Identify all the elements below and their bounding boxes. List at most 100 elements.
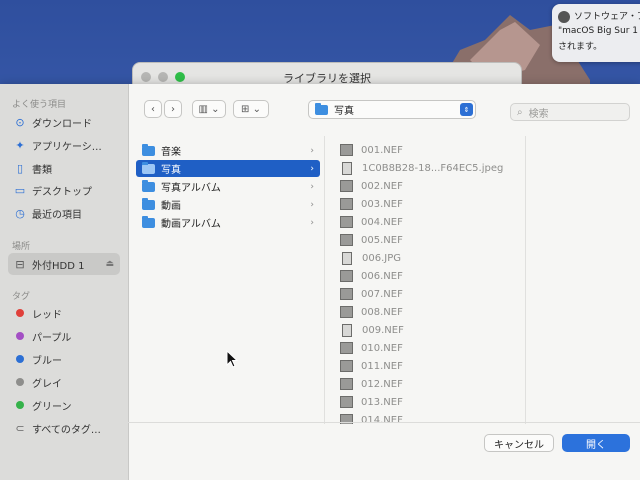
sidebar-tag-blue[interactable]: ブルー	[8, 349, 120, 369]
sidebar-tag-green[interactable]: グリーン	[8, 395, 120, 415]
file-name: 013.NEF	[361, 396, 403, 408]
grid-icon: ⊞ ⌄	[241, 103, 261, 115]
file-item[interactable]: 001.NEF	[340, 142, 520, 158]
sidebar-item-desktop[interactable]: ▭ デスクトップ	[8, 180, 120, 200]
folder-item-photos[interactable]: 写真 ›	[136, 160, 320, 177]
sidebar-item-label: レッド	[32, 309, 62, 321]
file-name: 008.NEF	[361, 306, 403, 318]
green-tag-dot	[16, 401, 24, 409]
sidebar-tag-purple[interactable]: パープル	[8, 326, 120, 346]
sidebar-all-tags[interactable]: ⊂ すべてのタグ…	[8, 418, 120, 438]
file-item[interactable]: 006.JPG	[340, 250, 520, 266]
chevron-right-icon: ›	[310, 217, 314, 228]
file-name: 007.NEF	[361, 288, 403, 300]
image-file-icon	[340, 198, 353, 210]
search-icon: ⌕	[517, 106, 523, 118]
folder-item-video-albums[interactable]: 動画アルバム ›	[136, 214, 320, 231]
sidebar-tag-gray[interactable]: グレイ	[8, 372, 120, 392]
notification-banner[interactable]: ソフトウェア・ア "macOS Big Sur 1 されます。	[552, 4, 640, 62]
sidebar-tag-red[interactable]: レッド	[8, 303, 120, 323]
file-column: 001.NEF 1C0B8B28-18...F64EC5.jpeg 002.NE…	[330, 136, 526, 424]
sidebar-item-label: すべてのタグ…	[32, 424, 101, 436]
sidebar: よく使う項目 ⊙ ダウンロード ✦ アプリケーシ… ▯ 書類 ▭ デスクトップ …	[0, 84, 129, 480]
cancel-button[interactable]: キャンセル	[484, 434, 554, 452]
footer-divider	[128, 422, 640, 423]
open-button[interactable]: 開く	[562, 434, 630, 452]
drive-icon: ⊟	[15, 257, 25, 271]
column-view-button[interactable]: ▥ ⌄	[192, 100, 226, 118]
image-file-icon	[340, 396, 353, 408]
notification-body-2: されます。	[558, 41, 603, 52]
document-file-icon	[342, 251, 352, 265]
file-item[interactable]: 006.NEF	[340, 268, 520, 284]
folder-icon	[142, 215, 155, 228]
file-name: 004.NEF	[361, 216, 403, 228]
file-name: 002.NEF	[361, 180, 403, 192]
image-file-icon	[340, 306, 353, 318]
image-file-icon	[340, 270, 353, 282]
image-file-icon	[340, 342, 353, 354]
search-field[interactable]: ⌕ 検索	[510, 103, 630, 121]
forward-button[interactable]: ›	[164, 100, 182, 118]
file-name: 1C0B8B28-18...F64EC5.jpeg	[362, 162, 504, 174]
image-file-icon	[340, 378, 353, 390]
gray-tag-dot	[16, 378, 24, 386]
sidebar-item-label: パープル	[32, 332, 72, 344]
sidebar-item-label: 書類	[32, 164, 52, 176]
image-file-icon	[340, 180, 353, 192]
image-file-icon	[342, 161, 352, 175]
sidebar-item-external-hdd[interactable]: ⊟ 外付HDD 1 ⏏	[8, 253, 120, 275]
folder-label: 写真	[161, 165, 181, 176]
sidebar-item-recents[interactable]: ◷ 最近の項目	[8, 203, 120, 223]
chevron-right-icon: ›	[310, 181, 314, 192]
document-icon: ▯	[16, 161, 24, 175]
clock-icon: ◷	[15, 206, 25, 220]
folder-item-music[interactable]: 音楽 ›	[136, 142, 320, 159]
document-file-icon	[342, 323, 352, 337]
file-name: 011.NEF	[361, 360, 403, 372]
file-item[interactable]: 002.NEF	[340, 178, 520, 194]
folder-column: 音楽 › 写真 › 写真アルバム › 動画 › 動画アルバム ›	[130, 136, 325, 424]
folder-item-videos[interactable]: 動画 ›	[136, 196, 320, 213]
sidebar-item-label: 外付HDD 1	[32, 260, 85, 272]
location-popup[interactable]: 写真 ⇕	[308, 100, 476, 119]
file-item[interactable]: 003.NEF	[340, 196, 520, 212]
folder-label: 音楽	[161, 147, 181, 158]
file-item[interactable]: 013.NEF	[340, 394, 520, 410]
sidebar-item-label: 最近の項目	[32, 209, 82, 221]
file-item[interactable]: 1C0B8B28-18...F64EC5.jpeg	[340, 160, 520, 176]
file-item[interactable]: 004.NEF	[340, 214, 520, 230]
grid-view-button[interactable]: ⊞ ⌄	[233, 100, 269, 118]
chevron-right-icon: ›	[310, 145, 314, 156]
applications-icon: ✦	[15, 138, 25, 152]
software-update-icon	[558, 10, 570, 23]
locations-section-title: 場所	[12, 242, 31, 252]
file-item[interactable]: 011.NEF	[340, 358, 520, 374]
back-button[interactable]: ‹	[144, 100, 162, 118]
sidebar-item-label: デスクトップ	[32, 186, 92, 198]
search-placeholder: 検索	[528, 108, 549, 120]
mouse-pointer-icon	[226, 350, 238, 368]
notification-body-1: "macOS Big Sur 1	[558, 25, 638, 36]
file-item[interactable]: 007.NEF	[340, 286, 520, 302]
file-name: 003.NEF	[361, 198, 403, 210]
sidebar-item-applications[interactable]: ✦ アプリケーシ…	[8, 135, 120, 155]
folder-item-photo-albums[interactable]: 写真アルバム ›	[136, 178, 320, 195]
desktop-icon: ▭	[14, 183, 26, 197]
chevron-left-icon: ‹	[151, 103, 155, 115]
eject-icon[interactable]: ⏏	[105, 259, 114, 269]
folder-icon	[142, 197, 155, 210]
sidebar-item-documents[interactable]: ▯ 書類	[8, 158, 120, 178]
image-file-icon	[340, 360, 353, 372]
file-item[interactable]: 009.NEF	[340, 322, 520, 338]
popup-stepper-icon: ⇕	[460, 103, 473, 116]
file-item[interactable]: 012.NEF	[340, 376, 520, 392]
blue-tag-dot	[16, 355, 24, 363]
sidebar-item-label: グリーン	[32, 401, 72, 413]
file-item[interactable]: 008.NEF	[340, 304, 520, 320]
sidebar-item-downloads[interactable]: ⊙ ダウンロード	[8, 112, 120, 132]
folder-label: 写真アルバム	[161, 183, 221, 194]
file-item[interactable]: 005.NEF	[340, 232, 520, 248]
file-item[interactable]: 010.NEF	[340, 340, 520, 356]
folder-icon	[142, 179, 155, 192]
